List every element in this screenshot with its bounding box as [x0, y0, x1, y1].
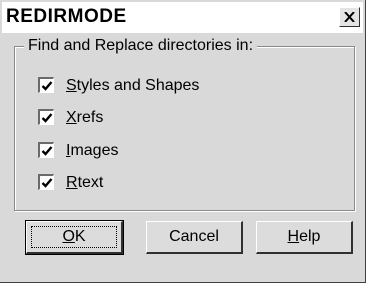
close-button[interactable]: [339, 7, 360, 27]
redirmode-dialog: REDIRMODE Find and Replace directories i…: [0, 0, 366, 283]
help-button[interactable]: Help: [256, 221, 353, 254]
dialog-title: REDIRMODE: [6, 6, 127, 27]
checkmark-icon: [41, 178, 53, 188]
checkmark-icon: [41, 81, 53, 91]
ok-button-label: OK: [62, 228, 86, 245]
checkmark-icon: [41, 113, 53, 123]
checkbox-label: Xrefs: [66, 109, 104, 126]
cancel-button[interactable]: Cancel: [146, 221, 243, 254]
checkbox-box[interactable]: [38, 109, 54, 125]
checkbox-label: Styles and Shapes: [66, 77, 200, 94]
cancel-button-label: Cancel: [169, 228, 219, 245]
checkbox-box[interactable]: [38, 142, 54, 158]
checkbox-box[interactable]: [38, 174, 54, 190]
title-bar[interactable]: REDIRMODE: [2, 2, 363, 33]
checkbox-label: Rtext: [66, 174, 104, 191]
checkbox-box[interactable]: [38, 77, 54, 93]
checkbox-label: Images: [66, 142, 119, 159]
ok-button[interactable]: OK: [25, 220, 124, 255]
help-button-label: Help: [287, 228, 321, 245]
checkmark-icon: [41, 146, 53, 156]
group-legend: Find and Replace directories in:: [24, 36, 258, 56]
close-icon: [344, 12, 355, 22]
